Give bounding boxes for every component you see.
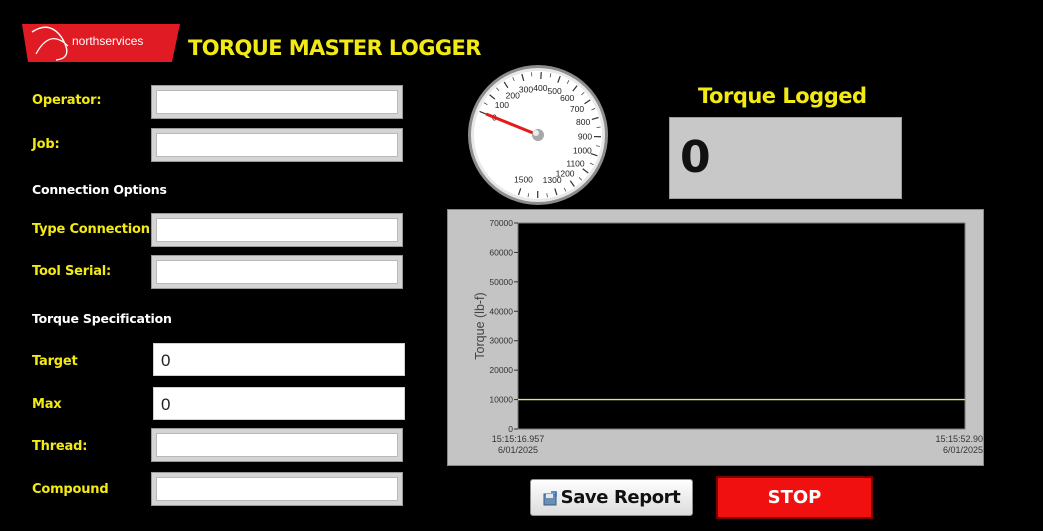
x-end-date: 6/01/2025 (943, 445, 983, 455)
target-input[interactable]: 0 (153, 343, 405, 376)
x-start-date: 6/01/2025 (498, 445, 538, 455)
operator-label: Operator: (32, 93, 102, 108)
y-tick-label: 30000 (489, 336, 513, 346)
y-tick-label: 10000 (489, 395, 513, 405)
gauge-tick-label: 900 (578, 131, 592, 141)
brand-name: northservices (72, 34, 144, 48)
save-report-button[interactable]: Save Report (530, 479, 693, 516)
gauge-tick-label: 1000 (573, 146, 592, 156)
torque-logged-label: Torque Logged (698, 84, 867, 108)
gauge-tick-label: 400 (533, 83, 547, 93)
max-label: Max (32, 397, 62, 412)
gauge-tick-label: 600 (560, 93, 574, 103)
type-connection-field[interactable] (151, 213, 403, 247)
gauge-tick-label: 100 (495, 100, 509, 110)
x-start-time: 15:15:16.957 (492, 434, 545, 444)
operator-value[interactable] (156, 90, 398, 114)
job-label: Job: (32, 137, 60, 152)
y-tick-label: 50000 (489, 277, 513, 287)
job-field[interactable] (151, 128, 403, 162)
gauge-tick-label: 1500 (514, 175, 533, 185)
gauge-tick-label: 800 (576, 117, 590, 127)
operator-field[interactable] (151, 85, 403, 119)
y-tick-label: 40000 (489, 306, 513, 316)
compound-field[interactable] (151, 472, 403, 506)
y-tick-label: 60000 (489, 247, 513, 257)
tool-serial-value[interactable] (156, 260, 398, 284)
torque-logged-display: 0 (669, 117, 902, 199)
thread-field[interactable] (151, 428, 403, 462)
chart-plot-area (517, 222, 966, 430)
torque-chart-svg: 0 10000 20000 30000 40000 50000 60000 70000 Tor… (473, 218, 983, 455)
app-title: TORQUE MASTER LOGGER (188, 36, 481, 60)
torque-logged-value: 0 (680, 132, 711, 183)
target-label: Target (32, 354, 78, 369)
stop-label: STOP (767, 487, 822, 508)
torque-gauge: 0100200300400500600700800900100011001200… (468, 65, 608, 205)
gauge-tick-label: 1100 (566, 158, 585, 168)
job-value[interactable] (156, 133, 398, 157)
compound-label: Compound (32, 482, 109, 497)
northservices-logo: northservices (22, 24, 180, 62)
thread-label: Thread: (32, 439, 88, 454)
y-tick-label: 20000 (489, 365, 513, 375)
x-end-time: 15:15:52.90 (935, 434, 983, 444)
stop-button[interactable]: STOP (716, 476, 873, 519)
gauge-tick-label: 300 (519, 85, 533, 95)
torque-specification-heading: Torque Specification (32, 311, 172, 326)
thread-value[interactable] (156, 433, 398, 457)
torque-chart: 0 10000 20000 30000 40000 50000 60000 70000 Tor… (447, 209, 984, 466)
type-connection-label: Type Connection (32, 222, 150, 237)
y-axis-label: Torque (lb-f) (473, 292, 487, 359)
gauge-tick-label: 700 (570, 104, 584, 114)
save-report-label: Save Report (560, 487, 681, 508)
max-input[interactable]: 0 (153, 387, 405, 420)
tool-serial-label: Tool Serial: (32, 264, 112, 279)
type-connection-value[interactable] (156, 218, 398, 242)
connection-options-heading: Connection Options (32, 182, 167, 197)
gauge-tick-label: 1300 (543, 175, 562, 185)
compound-value[interactable] (156, 477, 398, 501)
y-tick-label: 0 (508, 424, 513, 434)
save-icon (543, 490, 558, 506)
y-tick-label: 70000 (489, 218, 513, 228)
tool-serial-field[interactable] (151, 255, 403, 289)
